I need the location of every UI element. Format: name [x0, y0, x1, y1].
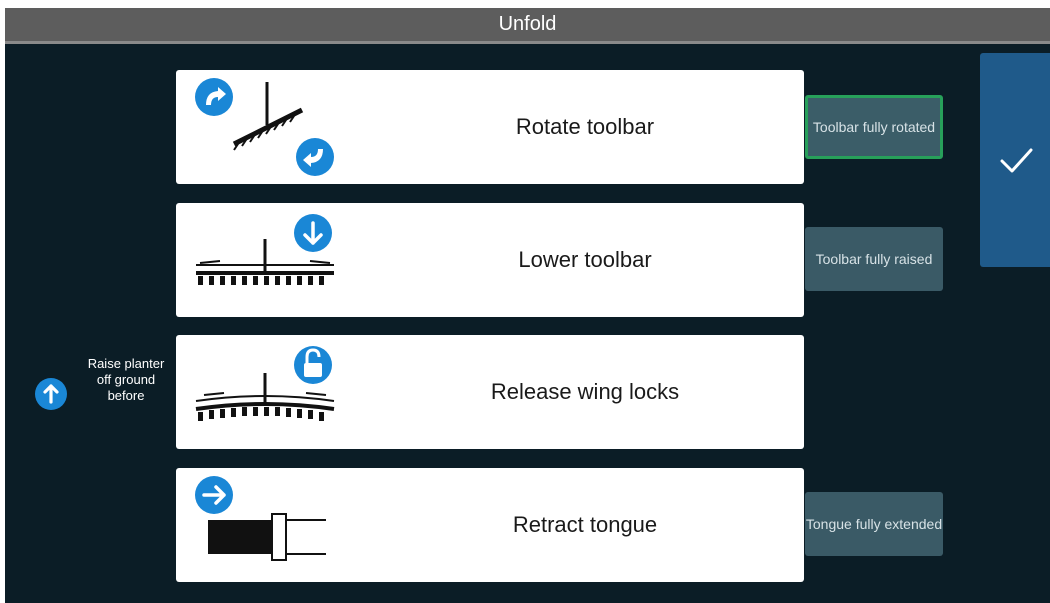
rotate-toolbar-button[interactable]: Rotate toolbar [176, 70, 804, 184]
confirm-button[interactable] [980, 53, 1050, 267]
retract-tongue-label: Retract tongue [512, 512, 658, 537]
status-toolbar-rotated-text: Toolbar fully rotated [812, 118, 936, 135]
window-title: Unfold [498, 13, 557, 35]
checkmark-icon [1000, 148, 1033, 173]
status-toolbar-raised-text: Toolbar fully raised [815, 250, 933, 267]
lower-toolbar-illustration [196, 214, 334, 285]
status-tongue-extended: Tongue fully extended [805, 492, 943, 556]
release-wing-locks-illustration [195, 346, 335, 421]
window-title-bar: Unfold [5, 8, 1050, 44]
status-tongue-extended-text: Tongue fully extended [805, 515, 943, 532]
arrow-up-icon [35, 378, 67, 410]
raise-planter-note: Raise planter off ground before [35, 356, 175, 436]
rotate-toolbar-label: Rotate toolbar [515, 114, 655, 139]
status-toolbar-raised: Toolbar fully raised [805, 227, 943, 291]
unfold-window: Unfold Raise planter off ground before R… [5, 8, 1050, 603]
release-wing-locks-label: Release wing locks [490, 379, 680, 404]
rotate-toolbar-illustration [195, 78, 334, 176]
lower-toolbar-label: Lower toolbar [518, 247, 652, 272]
raise-planter-text: Raise planter off ground before [87, 356, 165, 403]
retract-tongue-button[interactable]: Retract tongue [176, 468, 804, 582]
release-wing-locks-button[interactable]: Release wing locks [176, 335, 804, 449]
status-toolbar-rotated: Toolbar fully rotated [805, 95, 943, 159]
lower-toolbar-button[interactable]: Lower toolbar [176, 203, 804, 317]
retract-tongue-illustration [195, 476, 326, 561]
